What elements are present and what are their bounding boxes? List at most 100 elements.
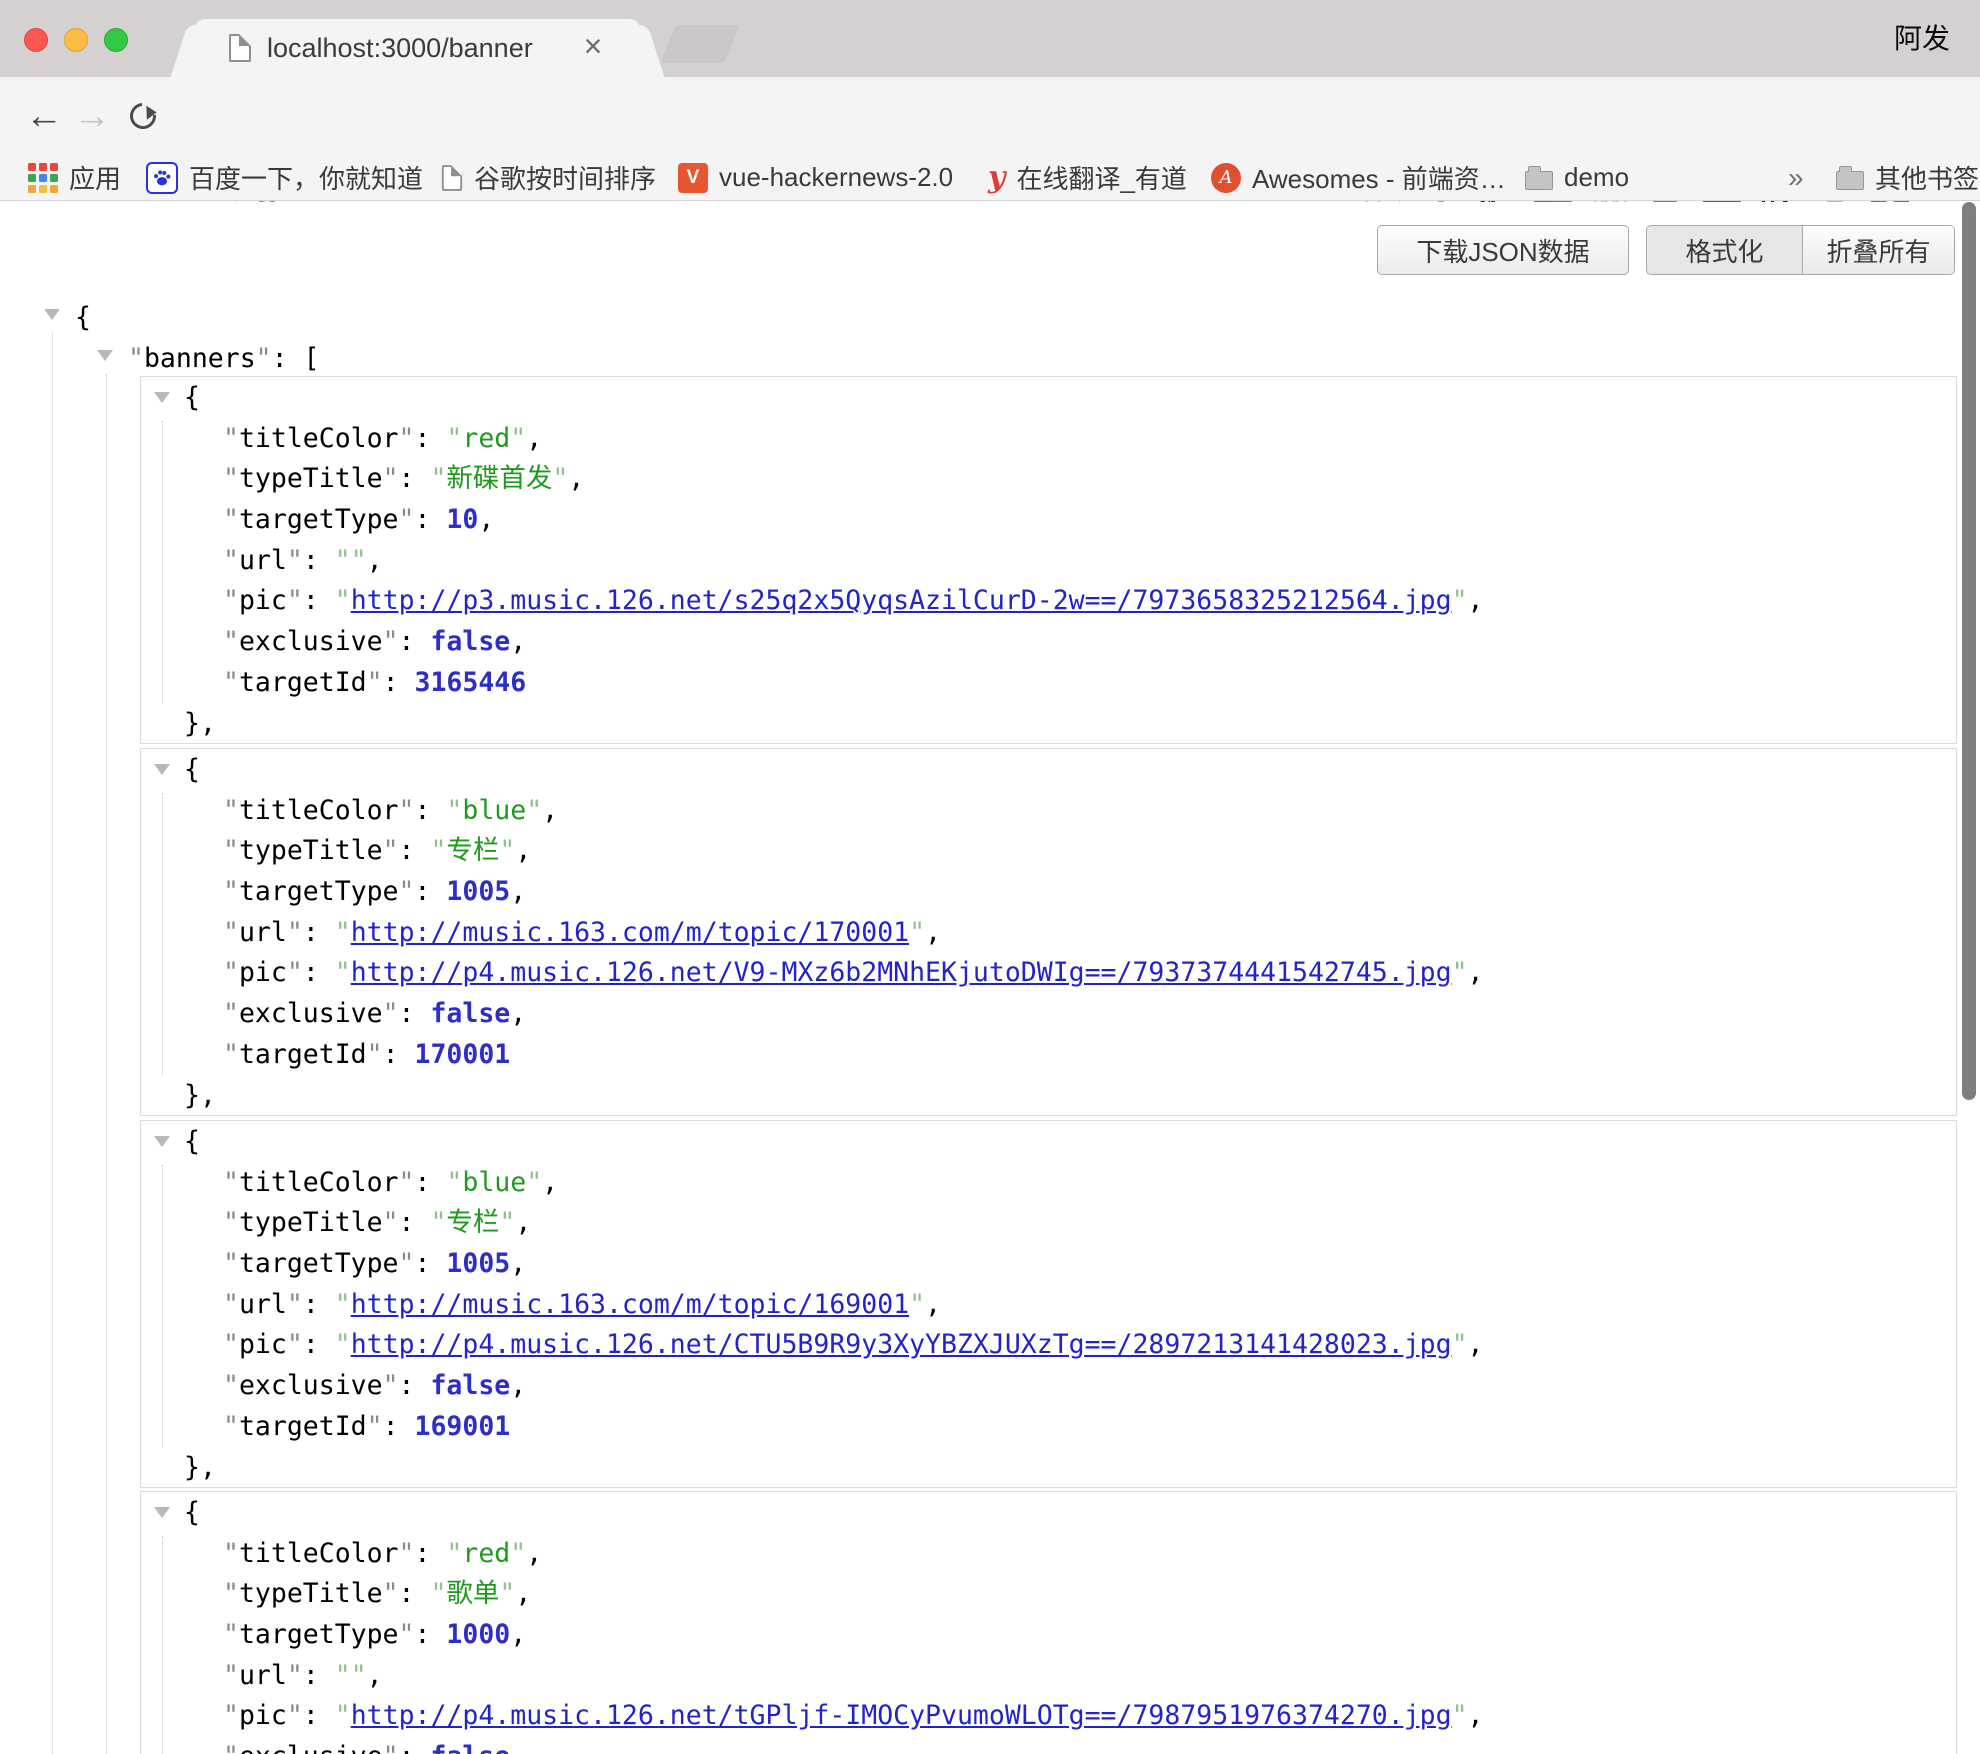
json-string-value: red [462, 1538, 510, 1569]
json-field-row: "url": "", [141, 1656, 1956, 1697]
json-key: targetId [239, 667, 367, 698]
json-field-row: "url": "", [141, 541, 1956, 582]
bookmark-item[interactable]: AAwesomes - 前端资… [1211, 155, 1506, 200]
json-field-row: "targetType": 1000, [141, 1615, 1956, 1656]
profile-name[interactable]: 阿发 [1894, 0, 1950, 74]
json-literal-value: false [430, 1741, 510, 1754]
json-object-box: {"titleColor": "red","typeTitle": "歌单","… [140, 1491, 1957, 1754]
json-field-row: "exclusive": false, [141, 622, 1956, 663]
bookmark-label: vue-hackernews-2.0 [719, 162, 953, 193]
tab-close-icon[interactable]: × [573, 19, 613, 77]
json-key: titleColor [239, 1538, 399, 1569]
json-open-brace-row: { [141, 750, 1956, 791]
json-open-brace-row: { [141, 378, 1956, 419]
window-zoom-button[interactable] [104, 28, 128, 52]
json-string-value: blue [462, 1167, 526, 1198]
bookmark-item[interactable]: y 在线翻译_有道 [988, 155, 1187, 200]
json-literal-value: 1005 [446, 1248, 510, 1279]
forward-arrow-icon[interactable]: → [70, 77, 114, 155]
tab-favicon-page-icon [229, 34, 251, 62]
json-literal-value: false [430, 998, 510, 1029]
json-object-box: {"titleColor": "blue","typeTitle": "专栏",… [140, 1120, 1957, 1488]
json-url-link[interactable]: http://music.163.com/m/topic/169001 [351, 1289, 909, 1320]
json-field-row: "titleColor": "blue", [141, 1163, 1956, 1204]
bookmark-label: 在线翻译_有道 [1016, 159, 1186, 196]
json-literal-value: 1005 [446, 876, 510, 907]
json-literal-value: 169001 [415, 1411, 511, 1442]
json-literal-value: 170001 [415, 1039, 511, 1070]
json-field-row: "titleColor": "red", [141, 419, 1956, 460]
bookmark-item[interactable]: 谷歌按时间排序 [441, 155, 656, 200]
json-field-row: "targetType": 10, [141, 500, 1956, 541]
json-key: targetId [239, 1039, 367, 1070]
bookmark-item[interactable]: 百度一下，你就知道 [146, 155, 423, 200]
window-minimize-button[interactable] [64, 28, 88, 52]
bookmark-label: 应用 [69, 159, 121, 196]
download-json-button[interactable]: 下载JSON数据 [1377, 225, 1629, 275]
json-field-row: "pic": "http://p3.music.126.net/s25q2x5Q… [141, 581, 1956, 622]
json-field-row: "typeTitle": "新碟首发", [141, 459, 1956, 500]
browser-toolbar: ← → i localhost:3000/banner ☆ V英enFET▶▶ [0, 77, 1980, 155]
scrollbar-thumb[interactable] [1962, 202, 1976, 1100]
json-string-value: red [462, 423, 510, 454]
json-key: targetId [239, 1411, 367, 1442]
document-icon [442, 165, 462, 191]
bookmark-item[interactable]: 应用 [28, 155, 121, 200]
reload-icon[interactable] [130, 103, 158, 131]
json-url-link[interactable]: http://p4.music.126.net/tGPljf-IMOCyPvum… [351, 1700, 1452, 1731]
collapse-toggle-icon[interactable] [97, 350, 113, 361]
json-key: pic [239, 957, 287, 988]
bookmark-item[interactable]: demo [1525, 155, 1629, 200]
tab-strip: localhost:3000/banner × 阿发 [0, 0, 1980, 77]
json-url-link[interactable]: http://p3.music.126.net/s25q2x5QyqsAzilC… [351, 585, 1452, 616]
json-key: url [239, 545, 287, 576]
json-key: url [239, 1660, 287, 1691]
indent-guide [52, 333, 53, 1754]
json-key: targetType [239, 1619, 399, 1650]
json-key: targetType [239, 876, 399, 907]
json-url-link[interactable]: http://p4.music.126.net/V9-MXz6b2MNhEKju… [351, 957, 1452, 988]
back-arrow-icon[interactable]: ← [22, 77, 66, 155]
json-url-link[interactable]: http://p4.music.126.net/CTU5B9R9y3XyYBZX… [351, 1329, 1452, 1360]
window-close-button[interactable] [24, 28, 48, 52]
json-key: exclusive [239, 1741, 383, 1754]
json-field-row: "pic": "http://p4.music.126.net/V9-MXz6b… [141, 953, 1956, 994]
folder-icon [1836, 171, 1864, 190]
collapse-toggle-icon[interactable] [44, 309, 60, 320]
json-field-row: "targetId": 3165446 [141, 663, 1956, 704]
youdao-icon: y [988, 163, 1005, 193]
json-key: pic [239, 1329, 287, 1360]
json-literal-value: 10 [446, 504, 478, 535]
active-tab[interactable]: localhost:3000/banner × [195, 19, 640, 77]
json-field-row: "titleColor": "red", [141, 1534, 1956, 1575]
json-literal-value: false [430, 626, 510, 657]
json-banners-key-row: "banners": [ [128, 338, 320, 379]
collapse-all-button[interactable]: 折叠所有 [1803, 226, 1954, 274]
json-root-open: { [75, 297, 91, 338]
json-key: typeTitle [239, 1207, 383, 1238]
json-key: targetType [239, 1248, 399, 1279]
json-field-row: "typeTitle": "专栏", [141, 831, 1956, 872]
other-bookmarks-folder[interactable]: 其他书签 [1836, 155, 1979, 200]
json-url-link[interactable]: http://music.163.com/m/topic/170001 [351, 917, 909, 948]
json-key: url [239, 1289, 287, 1320]
format-collapse-button-group: 格式化 折叠所有 [1646, 225, 1955, 275]
json-field-row: "pic": "http://p4.music.126.net/tGPljf-I… [141, 1696, 1956, 1737]
json-close-brace-row: }, [141, 704, 1956, 745]
new-tab-button[interactable] [660, 25, 739, 63]
json-field-row: "targetType": 1005, [141, 1244, 1956, 1285]
json-key: url [239, 917, 287, 948]
json-key: titleColor [239, 795, 399, 826]
json-field-row: "url": "http://music.163.com/m/topic/169… [141, 1285, 1956, 1326]
json-key: exclusive [239, 626, 383, 657]
json-literal-value: 3165446 [415, 667, 527, 698]
json-key: typeTitle [239, 1578, 383, 1609]
bookmark-label: 百度一下，你就知道 [189, 159, 423, 196]
json-key: typeTitle [239, 835, 383, 866]
bookmark-item[interactable]: Vvue-hackernews-2.0 [678, 155, 953, 200]
bookmark-label: demo [1564, 162, 1629, 193]
bookmarks-overflow-chevron[interactable]: » [1788, 155, 1804, 200]
json-string-value: 专栏 [446, 835, 499, 866]
format-button[interactable]: 格式化 [1647, 226, 1803, 274]
json-field-row: "targetId": 169001 [141, 1407, 1956, 1448]
